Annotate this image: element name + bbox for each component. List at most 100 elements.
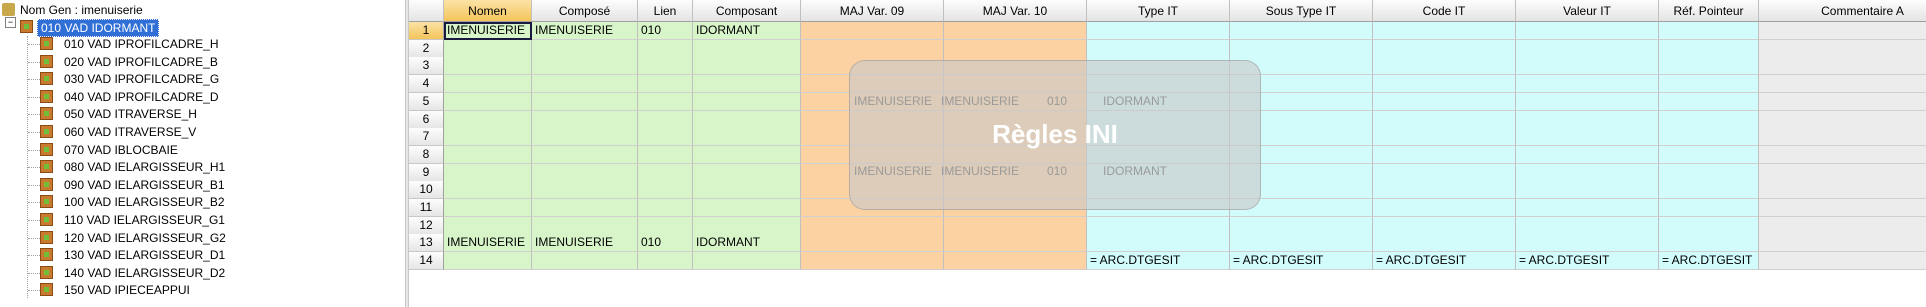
row-header[interactable]: 11 [409,199,444,217]
tree-view[interactable]: Nom Gen : imenuiserie − 010 VAD IDORMANT… [0,0,406,307]
grid-cell[interactable] [1373,145,1516,164]
grid-cell[interactable] [1373,216,1516,235]
row-header[interactable]: 2 [409,39,444,58]
grid-cell[interactable] [1659,145,1759,164]
grid-cell[interactable] [693,252,801,271]
grid-cell[interactable] [444,181,532,200]
grid-cell[interactable] [1516,22,1659,40]
grid-cell[interactable] [1230,216,1373,235]
grid-cell[interactable] [944,39,1087,58]
grid-cell[interactable] [638,75,693,94]
grid-cell[interactable]: 010 [638,22,693,40]
grid-cell[interactable] [532,181,638,200]
grid-cell[interactable] [1759,39,1926,58]
grid-cell[interactable] [532,163,638,182]
grid-cell[interactable] [1659,163,1759,182]
grid-cell[interactable] [444,110,532,129]
grid-cell[interactable] [444,128,532,147]
grid-cell[interactable] [1373,57,1516,76]
column-header[interactable]: MAJ Var. 09 [801,0,944,22]
grid-cell[interactable] [1659,39,1759,58]
column-header[interactable]: Type IT [1087,0,1230,22]
grid-cell[interactable] [1659,128,1759,147]
row-header[interactable]: 5 [409,92,444,111]
grid-cell[interactable] [1659,181,1759,200]
grid-cell[interactable] [1759,163,1926,182]
grid-cell[interactable] [1759,92,1926,111]
row-header[interactable]: 3 [409,57,444,76]
column-header[interactable]: Composé [532,0,638,22]
grid-cell[interactable] [693,128,801,147]
grid-cell[interactable] [1087,216,1230,235]
grid-cell[interactable] [1659,22,1759,40]
grid-cell[interactable] [801,252,944,271]
column-header[interactable]: Code IT [1373,0,1516,22]
grid-cell[interactable] [638,199,693,217]
grid-cell[interactable] [1759,75,1926,94]
row-header[interactable]: 13 [409,234,444,253]
grid-cell[interactable] [1759,252,1926,271]
grid-cell[interactable] [1516,92,1659,111]
grid-cell[interactable] [693,199,801,217]
grid-cell[interactable]: 010 [638,234,693,253]
grid-cell[interactable] [944,216,1087,235]
row-header[interactable]: 9 [409,163,444,182]
grid-cell[interactable] [1230,234,1373,253]
grid-cell[interactable] [444,199,532,217]
row-header[interactable]: 7 [409,128,444,147]
row-header[interactable]: 4 [409,75,444,94]
grid-cell[interactable] [444,92,532,111]
row-header[interactable]: 12 [409,216,444,235]
column-header[interactable]: Commentaire A [1759,0,1926,22]
grid-cell[interactable] [1659,234,1759,253]
grid-cell[interactable] [1759,216,1926,235]
grid-cell[interactable] [532,145,638,164]
grid-cell[interactable] [638,145,693,164]
grid-cell[interactable] [532,128,638,147]
column-header[interactable]: Sous Type IT [1230,0,1373,22]
grid-cell[interactable] [693,145,801,164]
grid-cell[interactable] [444,39,532,58]
grid-cell[interactable] [1373,181,1516,200]
grid-cell[interactable] [1230,22,1373,40]
grid-cell[interactable] [1087,22,1230,40]
grid-cell[interactable] [1087,234,1230,253]
grid-cell[interactable] [693,57,801,76]
grid-cell[interactable] [638,128,693,147]
grid-cell[interactable] [1373,199,1516,217]
grid-cell[interactable] [1087,39,1230,58]
grid-cell[interactable] [532,75,638,94]
grid-cell[interactable] [693,163,801,182]
grid-cell[interactable] [532,199,638,217]
grid-cell[interactable] [638,110,693,129]
grid-cell[interactable] [444,216,532,235]
grid-cell[interactable]: = ARC.DTGESIT [1087,252,1230,271]
grid-cell[interactable] [1516,216,1659,235]
grid-cell[interactable]: IMENUISERIE [444,234,532,253]
grid-cell[interactable] [1373,92,1516,111]
grid-cell[interactable] [693,216,801,235]
grid-cell[interactable] [1516,181,1659,200]
grid-cell[interactable] [801,39,944,58]
grid-cell[interactable] [1659,110,1759,129]
grid-cell[interactable] [1759,145,1926,164]
grid-cell[interactable] [638,216,693,235]
grid-cell[interactable] [532,252,638,271]
grid-cell[interactable]: IDORMANT [693,234,801,253]
grid-cell[interactable]: = ARC.DTGESIT [1659,252,1759,271]
grid-cell[interactable] [444,145,532,164]
grid-cell[interactable] [1759,199,1926,217]
grid-cell[interactable] [1759,22,1926,40]
grid-cell[interactable] [1659,57,1759,76]
grid-cell[interactable] [1373,110,1516,129]
grid-cell[interactable] [1516,39,1659,58]
grid-cell[interactable] [1516,128,1659,147]
row-header[interactable]: 8 [409,145,444,164]
grid-cell[interactable] [1516,163,1659,182]
grid-cell[interactable] [693,39,801,58]
grid-cell[interactable] [1759,181,1926,200]
grid-cell[interactable] [532,39,638,58]
row-header[interactable]: 10 [409,181,444,200]
grid-cell[interactable]: IMENUISERIE [532,22,638,40]
grid-cell[interactable] [1659,92,1759,111]
